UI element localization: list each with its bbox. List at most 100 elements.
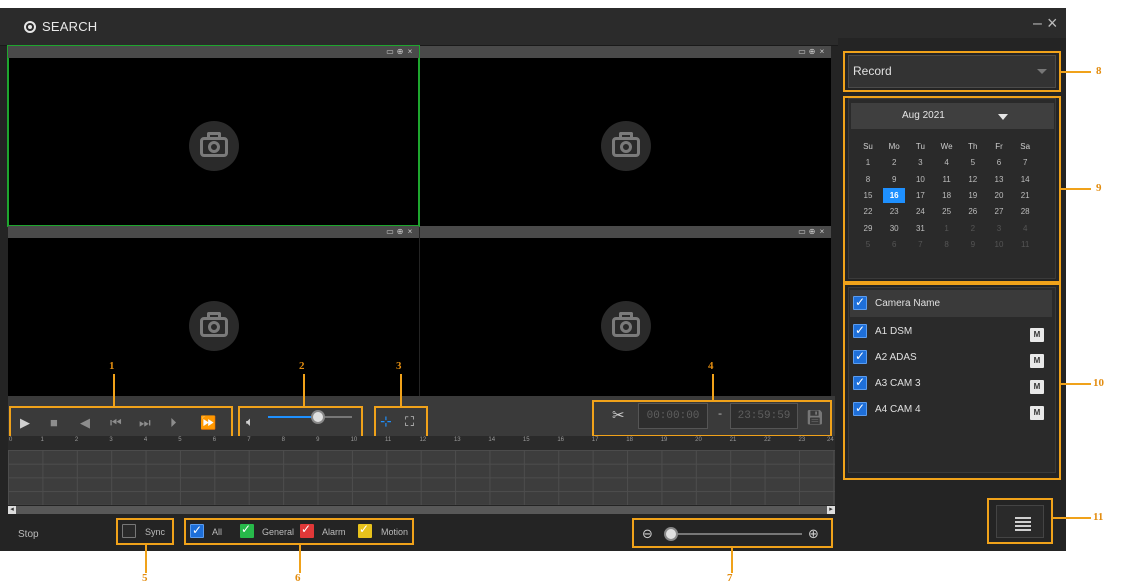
camera-checkbox[interactable]	[853, 323, 867, 338]
camera-m-button[interactable]: M	[1030, 380, 1044, 394]
filter-all-checkbox[interactable]	[190, 523, 204, 538]
calendar-day[interactable]: 7	[1014, 155, 1036, 170]
volume-slider-handle[interactable]	[311, 410, 325, 424]
video-pane-1[interactable]: ▭ ⊕ ×	[7, 45, 420, 227]
calendar-day[interactable]: 1	[857, 155, 879, 170]
calendar-day[interactable]: 6	[988, 155, 1010, 170]
calendar-day[interactable]: 7	[909, 237, 931, 252]
calendar-day[interactable]: 23	[883, 204, 905, 219]
calendar-day[interactable]: 5	[962, 155, 984, 170]
timeline-zoom-handle[interactable]	[664, 527, 678, 541]
calendar-day[interactable]: 12	[962, 172, 984, 187]
close-icon[interactable]: ×	[406, 226, 414, 238]
calendar-day[interactable]: 14	[1014, 172, 1036, 187]
zoom-icon[interactable]: ⊕	[396, 226, 404, 238]
filter-alarm-checkbox[interactable]	[300, 522, 314, 538]
calendar-day[interactable]: 9	[883, 172, 905, 187]
video-pane-2[interactable]: ▭ ⊕ ×	[420, 46, 831, 226]
calendar-day[interactable]: 4	[936, 155, 958, 170]
camera-m-button[interactable]: M	[1030, 328, 1044, 342]
calendar-day[interactable]: 10	[988, 237, 1010, 252]
calendar-day[interactable]: 28	[1014, 204, 1036, 219]
calendar-day[interactable]: 15	[857, 188, 879, 203]
file-list-button[interactable]	[996, 505, 1044, 538]
camera-m-button[interactable]: M	[1030, 406, 1044, 420]
record-icon[interactable]: ▭	[798, 226, 806, 238]
volume-icon[interactable]: 🔈︎	[246, 415, 254, 428]
calendar-day[interactable]: 24	[909, 204, 931, 219]
calendar-day[interactable]: 31	[909, 221, 931, 236]
scissors-icon[interactable]: ✂	[612, 408, 625, 423]
video-pane-3[interactable]: ▭ ⊕ ×	[8, 226, 419, 406]
calendar-month-label[interactable]: Aug 2021	[902, 110, 945, 121]
zoom-icon[interactable]: ⊕	[396, 46, 404, 58]
record-icon[interactable]: ▭	[386, 226, 394, 238]
record-icon[interactable]: ▭	[386, 46, 394, 58]
stop-icon[interactable]: ■	[50, 416, 58, 429]
calendar-day[interactable]: 2	[962, 221, 984, 236]
clip-start-time[interactable]: 00:00:00	[638, 403, 708, 429]
smart-search-icon[interactable]: ⊹	[380, 414, 392, 428]
clip-end-time[interactable]: 23:59:59	[730, 403, 798, 429]
sync-checkbox[interactable]	[122, 524, 136, 538]
record-icon[interactable]: ▭	[798, 46, 806, 58]
zoom-in-icon[interactable]: ⊕	[808, 527, 819, 540]
zoom-icon[interactable]: ⊕	[808, 46, 816, 58]
calendar-day[interactable]: 21	[1014, 188, 1036, 203]
calendar-day[interactable]: 19	[962, 188, 984, 203]
chevron-down-icon[interactable]	[998, 114, 1008, 120]
camera-m-button[interactable]: M	[1030, 354, 1044, 368]
close-icon[interactable]: ×	[818, 226, 826, 238]
calendar-day[interactable]: 17	[909, 188, 931, 203]
scroll-left-icon[interactable]: ◂	[8, 506, 16, 514]
calendar-day[interactable]: 13	[988, 172, 1010, 187]
filter-motion-checkbox[interactable]	[358, 522, 372, 538]
calendar-day[interactable]: 9	[962, 237, 984, 252]
calendar-day[interactable]: 8	[936, 237, 958, 252]
timeline-track[interactable]	[8, 450, 835, 505]
calendar-day[interactable]: 30	[883, 221, 905, 236]
play-backward-icon[interactable]: ◀	[80, 416, 90, 429]
camera-checkbox[interactable]	[853, 401, 867, 416]
zoom-icon[interactable]: ⊕	[808, 226, 816, 238]
calendar-day[interactable]: 5	[857, 237, 879, 252]
minimize-icon[interactable]: –	[1033, 16, 1042, 32]
timeline-zoom-slider[interactable]	[672, 533, 802, 535]
close-icon[interactable]: ×	[406, 46, 414, 58]
video-pane-4[interactable]: ▭ ⊕ ×	[420, 226, 831, 406]
camera-checkbox[interactable]	[853, 349, 867, 364]
zoom-out-icon[interactable]: ⊖	[642, 527, 653, 540]
timeline-scrollbar[interactable]: ◂ ▸	[8, 506, 835, 514]
calendar-day[interactable]: 10	[909, 172, 931, 187]
calendar-day[interactable]: 3	[909, 155, 931, 170]
fullscreen-icon[interactable]: ⛶	[405, 415, 414, 428]
calendar-day[interactable]: 22	[857, 204, 879, 219]
filter-general-checkbox[interactable]	[240, 522, 254, 538]
calendar-day[interactable]: 6	[883, 237, 905, 252]
calendar-day[interactable]: 3	[988, 221, 1010, 236]
calendar-day[interactable]: 16	[883, 187, 906, 203]
calendar-day[interactable]: 18	[936, 188, 958, 203]
fast-play-icon[interactable]: ⏩	[200, 416, 216, 429]
calendar-day[interactable]: 2	[883, 155, 905, 170]
calendar-day[interactable]: 25	[936, 204, 958, 219]
calendar-day[interactable]: 1	[936, 221, 958, 236]
calendar-day[interactable]: 20	[988, 188, 1010, 203]
save-clip-icon[interactable]: 💾︎	[806, 410, 824, 424]
calendar-day[interactable]: 29	[857, 221, 879, 236]
camera-checkbox[interactable]	[853, 375, 867, 390]
play-icon[interactable]: ▶	[20, 416, 30, 429]
calendar-day[interactable]: 26	[962, 204, 984, 219]
close-icon[interactable]: ×	[818, 46, 826, 58]
camera-select-all-checkbox[interactable]	[853, 295, 867, 310]
calendar-day[interactable]: 11	[936, 172, 958, 187]
calendar-day[interactable]: 8	[857, 172, 879, 187]
next-frame-icon[interactable]: ⏭	[139, 416, 151, 429]
calendar-day[interactable]: 27	[988, 204, 1010, 219]
close-icon[interactable]: ×	[1047, 14, 1058, 32]
calendar-day[interactable]: 11	[1014, 237, 1036, 252]
slow-play-icon[interactable]: ⏵	[170, 416, 177, 429]
calendar-day[interactable]: 4	[1014, 221, 1036, 236]
scroll-right-icon[interactable]: ▸	[827, 506, 835, 514]
previous-frame-icon[interactable]: ⏮	[110, 416, 122, 429]
